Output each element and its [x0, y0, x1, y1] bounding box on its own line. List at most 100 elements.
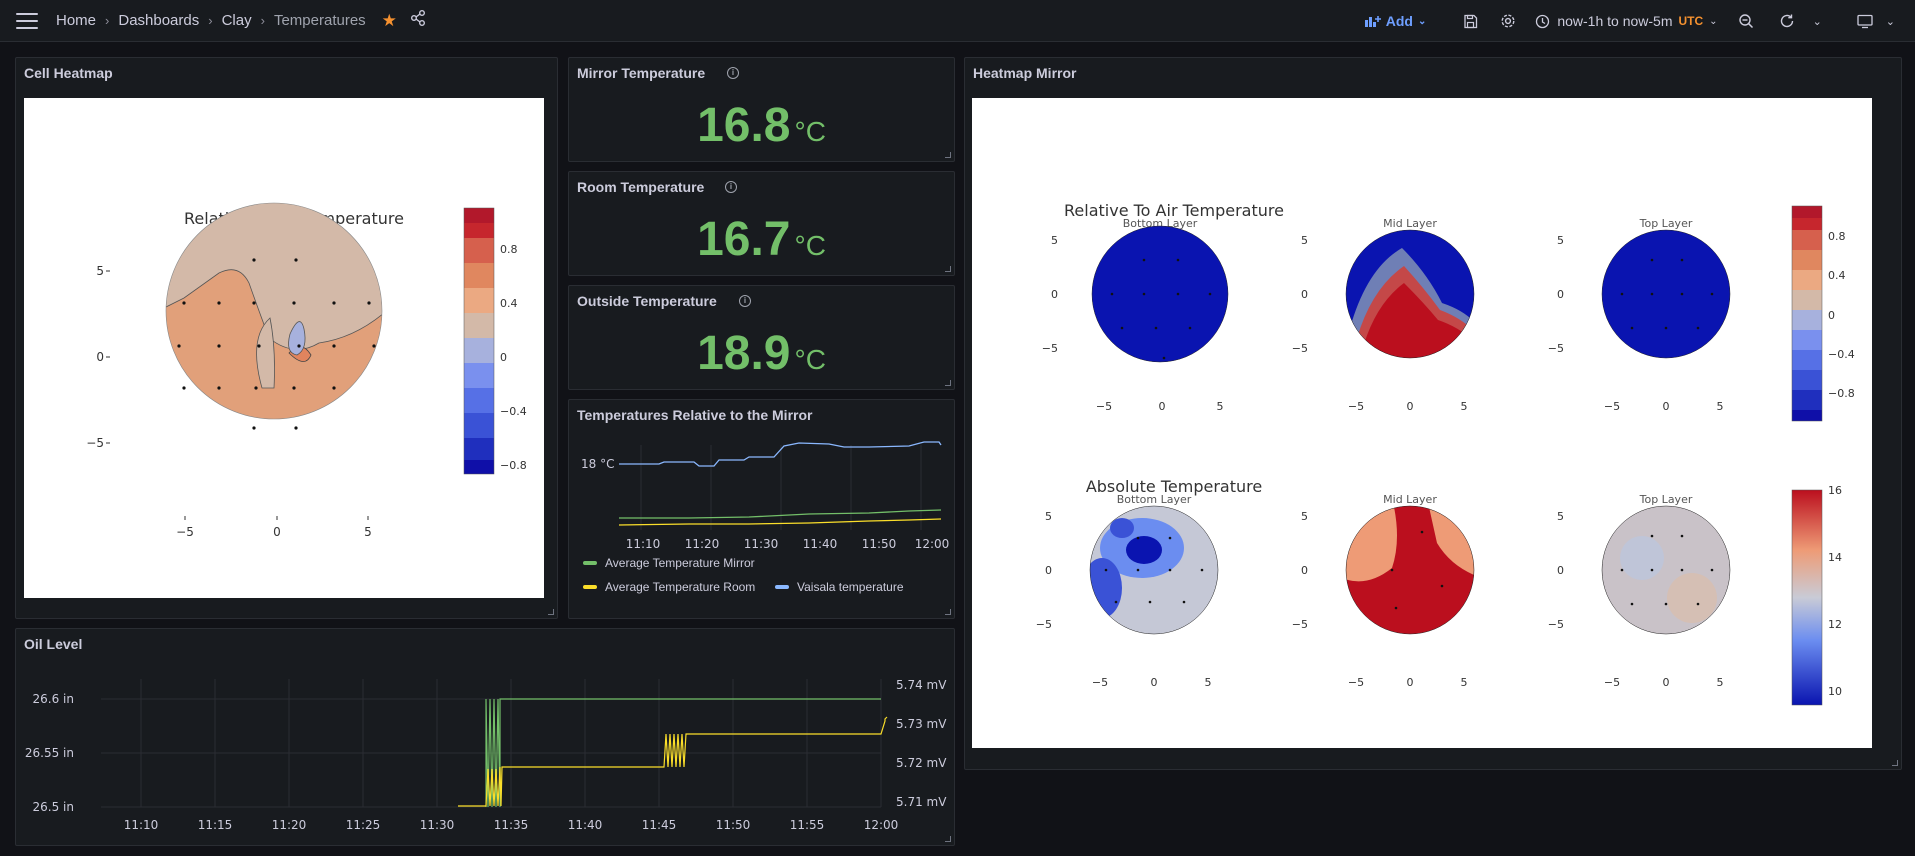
legend-item[interactable]: Vaisala temperature: [775, 580, 904, 594]
star-icon[interactable]: ★: [382, 11, 397, 31]
panel-title: Oil Level: [24, 636, 83, 652]
breadcrumb-home[interactable]: Home: [56, 12, 96, 29]
colorbar-tick: 0.4: [500, 297, 518, 310]
time-range-picker[interactable]: now-1h to now-5m UTC ⌄: [1535, 13, 1718, 29]
legend-swatch: [775, 585, 789, 589]
y-tick-right: 5.71 mV: [896, 795, 947, 809]
y-tick: −5: [1042, 342, 1058, 355]
y-tick: −5: [1036, 618, 1052, 631]
resize-handle[interactable]: [945, 380, 951, 386]
x-tick: 0: [1663, 676, 1670, 689]
legend-item[interactable]: Average Temperature Mirror: [583, 556, 755, 570]
colorbar-tick: 0.4: [1828, 269, 1846, 282]
y-tick: 5: [1301, 234, 1308, 247]
colorbar-relative: [1791, 205, 1823, 422]
resize-handle[interactable]: [945, 836, 951, 842]
add-panel-icon: [1364, 16, 1381, 27]
y-tick: −5: [86, 436, 104, 450]
resize-handle[interactable]: [945, 152, 951, 158]
x-tick: 11:20: [272, 818, 307, 832]
x-tick: −5: [1348, 676, 1364, 689]
resize-handle[interactable]: [548, 609, 554, 615]
refresh-icon[interactable]: [1779, 13, 1795, 29]
resize-handle[interactable]: [1892, 760, 1898, 766]
x-tick: 11:20: [685, 537, 720, 551]
x-tick: 5: [1217, 400, 1224, 413]
stat-number: 16.8: [697, 99, 791, 152]
stat-unit: °C: [794, 344, 826, 375]
zoom-out-icon[interactable]: [1738, 13, 1754, 29]
colorbar: [463, 207, 495, 475]
x-tick: 11:40: [803, 537, 838, 551]
colorbar-tick: 0.8: [500, 243, 518, 256]
x-tick: 11:45: [642, 818, 677, 832]
breadcrumb: Home › Dashboards › Clay › Temperatures: [56, 12, 366, 29]
menu-icon[interactable]: [16, 12, 38, 29]
y-tick-left: 26.5 in: [33, 800, 74, 814]
chevron-right-icon: ›: [208, 13, 213, 28]
y-tick: 5: [1557, 510, 1564, 523]
subplot-title: Mid Layer: [1383, 493, 1437, 506]
x-tick: 5: [1461, 400, 1468, 413]
x-tick: −5: [1096, 400, 1112, 413]
colorbar-tick: −0.4: [1828, 348, 1855, 361]
x-tick: 0: [1663, 400, 1670, 413]
save-icon[interactable]: [1463, 14, 1478, 29]
y-tick: 5: [1557, 234, 1564, 247]
chevron-down-icon: ⌄: [1417, 15, 1427, 27]
info-icon[interactable]: i: [739, 295, 751, 307]
x-tick: 5: [1205, 676, 1212, 689]
x-tick: 11:10: [626, 537, 661, 551]
x-tick: 5: [364, 525, 372, 539]
settings-gear-icon[interactable]: [1500, 13, 1516, 29]
info-icon[interactable]: i: [727, 67, 739, 79]
subplot-title: Top Layer: [1639, 493, 1693, 506]
x-tick: 0: [1151, 676, 1158, 689]
y-tick: 0: [1557, 564, 1564, 577]
x-tick: −5: [1604, 676, 1620, 689]
stat-value: 16.7 °C: [569, 212, 954, 267]
x-tick: 11:30: [420, 818, 455, 832]
legend-swatch: [583, 561, 597, 565]
y-tick: 0: [1045, 564, 1052, 577]
colorbar-tick: 12: [1828, 618, 1842, 631]
chevron-right-icon: ›: [260, 13, 265, 28]
relative-temperatures-graph: 18 °C 11:10 11:20 11:30 11:40 11:50 12:0…: [581, 441, 950, 551]
oil-level-panel: Oil Level 26.6 in 26.55 in 26.5 in 5.74 …: [15, 628, 955, 846]
share-icon[interactable]: [410, 10, 426, 31]
x-tick: 5: [1461, 676, 1468, 689]
legend-label: Average Temperature Mirror: [605, 556, 755, 570]
x-tick: 12:00: [915, 537, 950, 551]
x-tick: −5: [1092, 676, 1108, 689]
legend-item[interactable]: Average Temperature Room: [583, 580, 755, 594]
x-tick: 11:50: [716, 818, 751, 832]
clock-icon: [1536, 14, 1550, 28]
cell-heatmap-image: Relative To Air Temperature 5 0 −5 −5 0 …: [24, 98, 544, 598]
x-tick: 11:25: [346, 818, 381, 832]
outside-temperature-panel: Outside Temperature i 18.9 °C: [568, 285, 955, 390]
x-tick: 5: [1717, 400, 1724, 413]
y-tick-right: 5.72 mV: [896, 756, 947, 770]
oil-level-graph: 26.6 in 26.55 in 26.5 in 5.74 mV 5.73 mV…: [25, 678, 947, 832]
colorbar-tick: 0: [500, 351, 507, 364]
y-tick: 5: [96, 264, 104, 278]
chevron-down-icon[interactable]: ⌄: [1886, 15, 1895, 28]
panel-title: Mirror Temperature: [577, 65, 706, 81]
resize-handle[interactable]: [945, 266, 951, 272]
heatmap-mirror-panel: Heatmap Mirror Relative To Air Temperatu…: [964, 57, 1902, 770]
y-tick-left: 26.6 in: [33, 692, 74, 706]
tv-mode-icon[interactable]: [1857, 14, 1873, 29]
chevron-right-icon: ›: [105, 13, 110, 28]
x-tick: 11:30: [744, 537, 779, 551]
time-range-label: now-1h to now-5m: [1557, 13, 1673, 29]
colorbar-absolute: [1791, 489, 1823, 706]
stat-unit: °C: [794, 230, 826, 261]
chevron-down-icon[interactable]: ⌄: [1813, 15, 1822, 28]
info-icon[interactable]: i: [725, 181, 737, 193]
stat-number: 18.9: [697, 327, 791, 380]
breadcrumb-dashboards[interactable]: Dashboards: [118, 12, 199, 29]
breadcrumb-clay[interactable]: Clay: [222, 12, 252, 29]
add-button[interactable]: Add ⌄: [1364, 13, 1427, 29]
y-tick: −5: [1548, 618, 1564, 631]
resize-handle[interactable]: [945, 609, 951, 615]
